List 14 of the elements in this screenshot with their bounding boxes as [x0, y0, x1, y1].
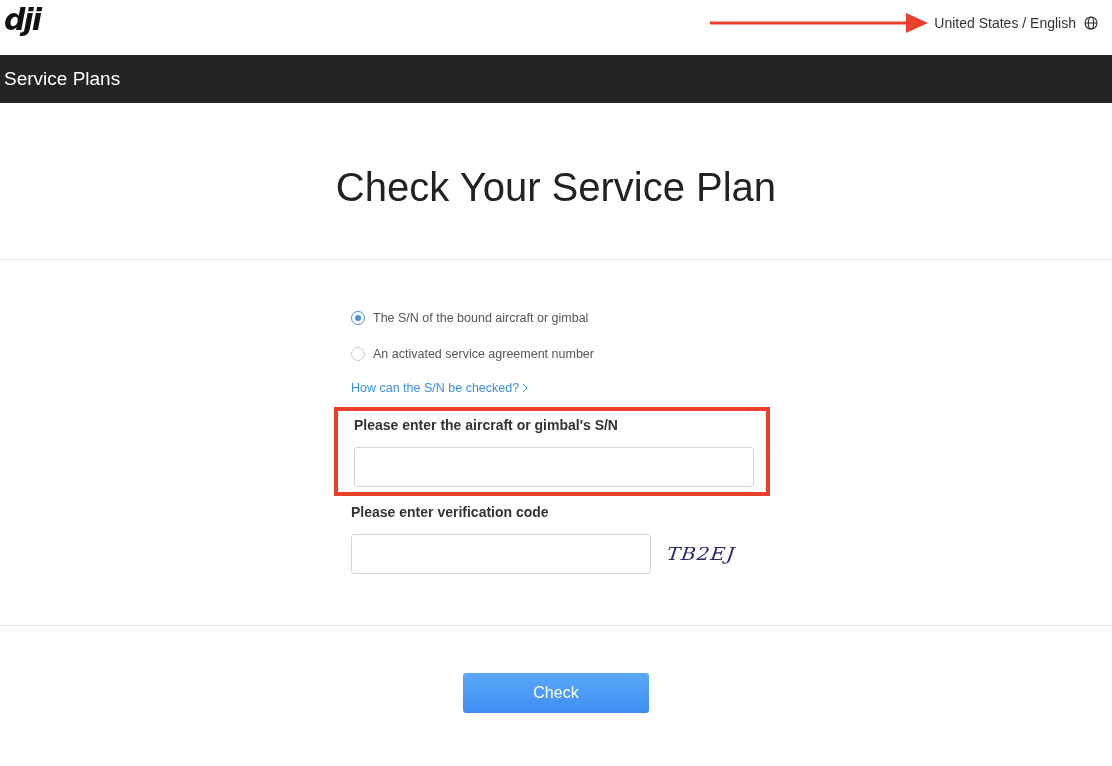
help-link[interactable]: How can the S/N be checked?	[351, 381, 529, 395]
radio-label[interactable]: An activated service agreement number	[373, 347, 594, 361]
verification-code-field[interactable]	[351, 534, 651, 574]
nav-title[interactable]: Service Plans	[4, 68, 121, 90]
serial-number-field[interactable]	[354, 447, 754, 487]
field-label: Please enter the aircraft or gimbal's S/N	[354, 417, 619, 433]
logo[interactable]: dji	[4, 4, 41, 35]
field-label: Please enter verification code	[351, 504, 549, 520]
locale-link[interactable]: United States / English	[934, 14, 1076, 31]
radio-label[interactable]: The S/N of the bound aircraft or gimbal	[373, 311, 589, 325]
globe-icon[interactable]	[1084, 15, 1098, 30]
captcha-image[interactable]: TB2EJ	[665, 543, 737, 565]
page-heading: Check Your Service Plan	[335, 165, 777, 210]
chevron-icon	[522, 383, 529, 393]
